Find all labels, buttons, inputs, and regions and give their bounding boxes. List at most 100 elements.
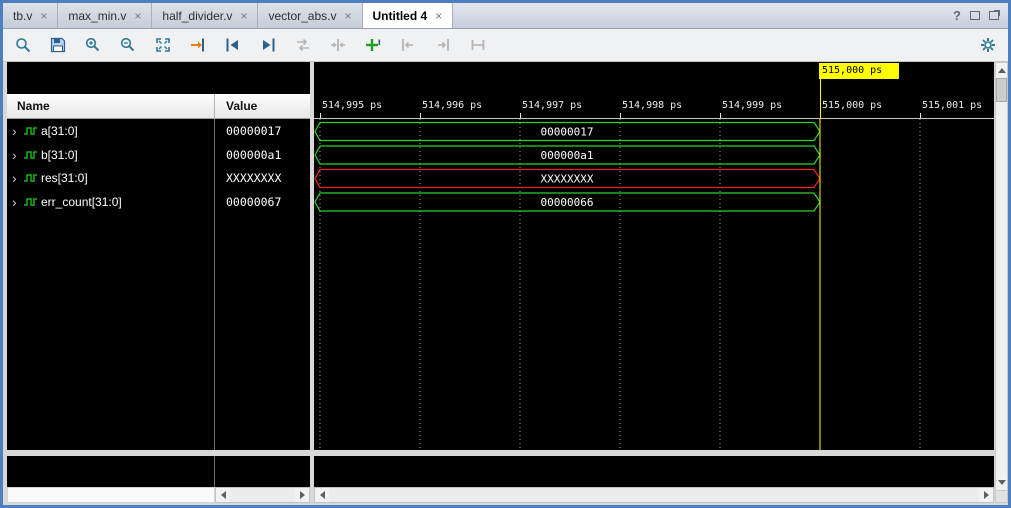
swap-cursors-button[interactable]: [292, 34, 314, 56]
time-tick-label: 514,997 ps: [522, 100, 582, 111]
expand-chevron-icon[interactable]: ›: [12, 170, 17, 186]
next-marker-button[interactable]: [432, 34, 454, 56]
down-arrow-icon: [998, 480, 1006, 485]
wave-toolbar: [3, 29, 1008, 62]
column-resize-handle[interactable]: [214, 94, 215, 119]
signal-value: XXXXXXXX: [226, 167, 281, 190]
bus-value-label: 00000066: [541, 196, 594, 209]
signal-row-res[interactable]: › res[31:0] XXXXXXXX: [7, 167, 310, 190]
float-window-icon[interactable]: [989, 11, 999, 20]
up-arrow-icon: [998, 68, 1006, 73]
zoom-fit-button[interactable]: [152, 34, 174, 56]
next-transition-icon: [259, 36, 277, 54]
time-tick-label: 514,995 ps: [322, 100, 382, 111]
scroll-right-button[interactable]: [295, 488, 309, 502]
expand-chevron-icon[interactable]: ›: [12, 123, 17, 139]
zoom-to-cursor-icon: [189, 36, 207, 54]
scroll-right-button[interactable]: [979, 488, 993, 502]
signal-name: a[31:0]: [41, 120, 78, 143]
time-tick-label: 514,996 ps: [422, 100, 482, 111]
snap-to-transition-icon: [329, 36, 347, 54]
find-icon: [14, 36, 32, 54]
save-waveform-button[interactable]: [47, 34, 69, 56]
tab-vector-abs-v[interactable]: vector_abs.v ×: [258, 3, 362, 28]
tab-bar: tb.v × max_min.v × half_divider.v × vect…: [3, 3, 1008, 29]
wave-panel: 515,000 ps 514,995 ps 514,996 ps 514,997…: [314, 62, 994, 503]
time-tick-label: 515,000 ps: [822, 100, 882, 111]
wave-window-body: Name Value › a[31:0] 00000017 › b[31:0] …: [3, 62, 1008, 505]
add-marker-icon: [364, 36, 382, 54]
tab-tb-v[interactable]: tb.v ×: [3, 3, 58, 28]
previous-transition-icon: [224, 36, 242, 54]
signals-panel-lower: [7, 456, 310, 487]
tab-label: Untitled 4: [373, 9, 428, 23]
tab-max-min-v[interactable]: max_min.v ×: [58, 3, 152, 28]
zoom-out-button[interactable]: [117, 34, 139, 56]
tab-half-divider-v[interactable]: half_divider.v ×: [152, 3, 258, 28]
scroll-up-button[interactable]: [996, 63, 1007, 77]
close-icon[interactable]: ×: [240, 9, 247, 23]
snap-to-transition-button[interactable]: [327, 34, 349, 56]
left-arrow-icon: [221, 491, 226, 499]
wave-bus-a: 00000017: [315, 123, 820, 141]
wave-panel-lower: [314, 456, 994, 487]
signal-row-b[interactable]: › b[31:0] 000000a1: [7, 144, 310, 167]
scroll-down-button[interactable]: [996, 475, 1007, 489]
signal-value: 00000067: [226, 191, 281, 214]
signal-name: err_count[31:0]: [41, 191, 122, 214]
previous-marker-button[interactable]: [397, 34, 419, 56]
close-icon[interactable]: ×: [40, 9, 47, 23]
expand-chevron-icon[interactable]: ›: [12, 147, 17, 163]
signals-panel-top-spacer: [7, 62, 310, 94]
signals-header-row: Name Value: [7, 94, 310, 119]
wave-bus-err-count: 00000066: [315, 193, 820, 211]
expand-chevron-icon[interactable]: ›: [12, 194, 17, 210]
bus-wave-icon: [23, 125, 38, 137]
zoom-to-cursor-button[interactable]: [187, 34, 209, 56]
name-column-header: Name: [17, 94, 50, 118]
tab-label: vector_abs.v: [268, 9, 336, 23]
close-icon[interactable]: ×: [134, 9, 141, 23]
help-icon[interactable]: ?: [953, 8, 961, 23]
marker-range-button[interactable]: [467, 34, 489, 56]
tab-label: half_divider.v: [162, 9, 232, 23]
value-column-header: Value: [226, 94, 257, 118]
bus-wave-icon: [23, 196, 38, 208]
bus-value-label: XXXXXXXX: [541, 173, 594, 186]
add-marker-button[interactable]: [362, 34, 384, 56]
bus-value-label: 000000a1: [541, 149, 594, 162]
tab-label: tb.v: [13, 9, 32, 23]
close-icon[interactable]: ×: [345, 9, 352, 23]
tab-label: max_min.v: [68, 9, 126, 23]
value-horizontal-scrollbar[interactable]: [215, 487, 310, 503]
vertical-scrollbar[interactable]: [995, 62, 1008, 503]
bus-value-label: 00000017: [541, 126, 594, 139]
tabbar-window-controls: ?: [953, 3, 1008, 28]
next-transition-button[interactable]: [257, 34, 279, 56]
wave-canvas[interactable]: 00000017 000000a1 XXXXXXXX 00000066: [314, 119, 994, 450]
close-icon[interactable]: ×: [435, 9, 442, 23]
signal-value: 00000017: [226, 120, 281, 143]
cursor-time-badge[interactable]: 515,000 ps: [819, 63, 899, 79]
name-scroll-spacer: [7, 487, 215, 503]
wave-horizontal-scrollbar[interactable]: [314, 487, 994, 503]
time-tick-label: 514,998 ps: [622, 100, 682, 111]
scrollbar-corner: [996, 490, 1007, 502]
scroll-left-button[interactable]: [216, 488, 230, 502]
signal-list: › a[31:0] 00000017 › b[31:0] 000000a1 › …: [7, 119, 310, 450]
maximize-icon[interactable]: [970, 11, 980, 20]
tab-untitled-4[interactable]: Untitled 4 ×: [363, 3, 454, 28]
signal-name: b[31:0]: [41, 144, 78, 167]
signal-row-a[interactable]: › a[31:0] 00000017: [7, 120, 310, 143]
signal-row-err-count[interactable]: › err_count[31:0] 00000067: [7, 191, 310, 214]
settings-button[interactable]: [977, 34, 999, 56]
wave-bus-res: XXXXXXXX: [315, 170, 820, 188]
scrollbar-thumb[interactable]: [996, 78, 1007, 102]
zoom-in-button[interactable]: [82, 34, 104, 56]
signal-name: res[31:0]: [41, 167, 88, 190]
left-arrow-icon: [320, 491, 325, 499]
find-button[interactable]: [12, 34, 34, 56]
scroll-left-button[interactable]: [315, 488, 329, 502]
next-marker-icon: [434, 36, 452, 54]
previous-transition-button[interactable]: [222, 34, 244, 56]
